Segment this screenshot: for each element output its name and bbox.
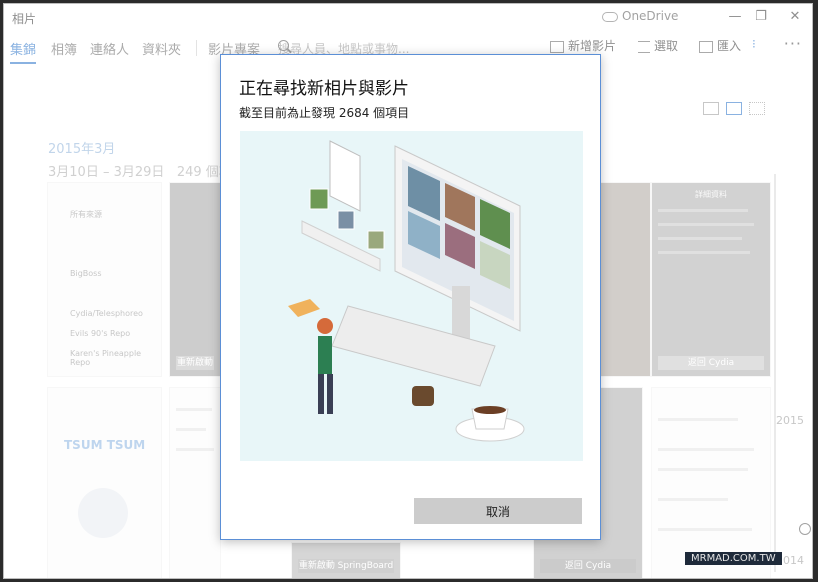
photo-tile (309, 188, 329, 210)
monitor-stand (452, 286, 470, 341)
person-leg (327, 374, 333, 414)
tablet-device (329, 140, 361, 212)
cancel-button[interactable]: 取消 (414, 498, 582, 524)
photo-tile (337, 210, 355, 230)
keyboard (331, 305, 496, 387)
dog (412, 386, 434, 406)
import-progress-dialog: 正在尋找新相片與影片 截至目前為止發現 2684 個項目 取消 (220, 54, 601, 540)
person-body (318, 336, 332, 374)
box-stack (288, 299, 320, 317)
person-leg (318, 374, 324, 414)
illustration-svg (288, 140, 525, 442)
photo-tile (367, 230, 385, 250)
photos-app-window: 相片 OneDrive — ❐ ✕ 集錦 相簿 連絡人 資料夾 影片專案 搜尋人… (3, 3, 813, 579)
person-head (317, 318, 333, 334)
search-illustration (240, 131, 583, 461)
coffee (474, 406, 506, 414)
dialog-title: 正在尋找新相片與影片 (239, 79, 409, 99)
dialog-progress-text: 截至目前為止發現 2684 個項目 (239, 106, 410, 120)
watermark: MRMAD.COM.TW (685, 552, 782, 565)
